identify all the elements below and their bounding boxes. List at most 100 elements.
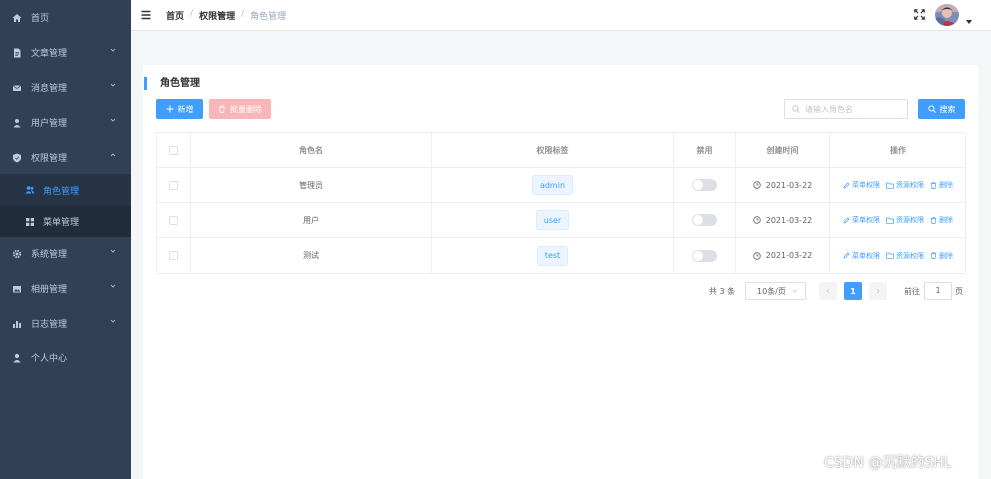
- row-select-cell: [157, 203, 191, 237]
- page-number-button[interactable]: 1: [844, 282, 862, 300]
- delete-link[interactable]: 删除: [930, 215, 953, 225]
- prev-page-button[interactable]: [819, 282, 837, 300]
- goto-page-input[interactable]: 1: [924, 282, 952, 300]
- menu-permission-link[interactable]: 菜单权限: [843, 251, 880, 261]
- switch-cell: [674, 203, 736, 237]
- page-title: 角色管理: [144, 77, 200, 90]
- actions-cell: 菜单权限 资源权限 删除: [830, 168, 966, 202]
- clock-icon: [753, 251, 761, 260]
- disable-switch[interactable]: [692, 179, 717, 191]
- switch-cell: [674, 238, 736, 273]
- breadcrumb: 首页 / 权限管理 / 角色管理: [166, 9, 286, 22]
- sidebar-item-label: 角色管理: [43, 186, 80, 197]
- sidebar-item-users[interactable]: 用户管理: [0, 105, 131, 140]
- sidebar-item-articles[interactable]: 文章管理: [0, 35, 131, 70]
- breadcrumb-separator: /: [241, 9, 245, 19]
- chevron-down-icon: [110, 319, 116, 323]
- sidebar-item-label: 菜单管理: [43, 218, 80, 228]
- grid-icon: [25, 217, 35, 227]
- sidebar-item-home[interactable]: 首页: [0, 0, 131, 35]
- search-icon: [792, 105, 800, 113]
- roles-table: 角色名 权限标签 禁用 创建时间 操作 管理员 admin 2021-03-22…: [156, 132, 966, 274]
- sidebar-item-permissions[interactable]: 权限管理: [0, 140, 131, 175]
- resource-permission-link[interactable]: 资源权限: [886, 251, 924, 261]
- menu-permission-link[interactable]: 菜单权限: [843, 215, 880, 225]
- menu-permission-label: 菜单权限: [852, 216, 880, 224]
- header-permission-tag: 权限标签: [432, 133, 674, 167]
- edit-icon: [843, 217, 850, 223]
- document-icon: [12, 48, 22, 58]
- row-checkbox[interactable]: [169, 251, 178, 260]
- search-button[interactable]: 搜索: [918, 99, 965, 119]
- sidebar-item-label: 消息管理: [31, 84, 68, 94]
- header-role-name: 角色名: [191, 133, 432, 167]
- sidebar-item-messages[interactable]: 消息管理: [0, 70, 131, 105]
- breadcrumb-current: 角色管理: [250, 12, 287, 22]
- chevron-up-icon: [110, 153, 116, 157]
- row-checkbox[interactable]: [169, 180, 178, 190]
- delete-link[interactable]: 删除: [930, 180, 953, 190]
- time-cell: 2021-03-22: [736, 168, 830, 202]
- delete-label: 删除: [939, 181, 953, 189]
- disable-switch[interactable]: [692, 214, 717, 226]
- role-name: 用户: [191, 203, 432, 237]
- person-icon: [12, 353, 22, 363]
- page-suffix-label: 页: [955, 287, 963, 296]
- sidebar-item-logs[interactable]: 日志管理: [0, 306, 131, 341]
- sidebar-item-label: 日志管理: [31, 320, 68, 330]
- disable-switch[interactable]: [692, 249, 717, 262]
- page-size-select[interactable]: 10条/页: [745, 282, 806, 300]
- trash-icon: [219, 105, 225, 113]
- sidebar-item-label: 个人中心: [31, 354, 68, 364]
- resource-permission-link[interactable]: 资源权限: [886, 180, 924, 190]
- header-disabled: 禁用: [674, 133, 736, 167]
- delete-link[interactable]: 删除: [930, 251, 953, 261]
- edit-icon: [843, 252, 850, 259]
- clock-icon: [753, 216, 761, 224]
- table-header-row: 角色名 权限标签 禁用 创建时间 操作: [157, 133, 965, 168]
- breadcrumb-permissions[interactable]: 权限管理: [199, 9, 235, 22]
- sidebar: 首页 文章管理 消息管理 用户管理 权限管理 角色管理 菜单管理 系统管理 相册…: [0, 0, 131, 479]
- actions-cell: 菜单权限 资源权限 删除: [830, 203, 966, 237]
- permission-tag: admin: [531, 175, 574, 195]
- caret-down-icon[interactable]: [966, 20, 972, 24]
- table-row: 用户 user 2021-03-22 菜单权限 资源权限 删除: [157, 203, 965, 238]
- add-button-label: 新增: [177, 104, 194, 114]
- watermark: CSDN @沉默的SHL: [824, 455, 952, 471]
- chevron-down-icon: [110, 48, 116, 52]
- next-page-button[interactable]: [869, 282, 887, 300]
- time-cell: 2021-03-22: [736, 203, 830, 237]
- sidebar-item-roles[interactable]: 角色管理: [0, 174, 131, 206]
- breadcrumb-separator: /: [190, 9, 194, 19]
- created-time: 2021-03-22: [765, 251, 813, 260]
- sidebar-item-system[interactable]: 系统管理: [0, 236, 131, 271]
- menu-permission-link[interactable]: 菜单权限: [843, 180, 880, 190]
- sidebar-item-profile[interactable]: 个人中心: [0, 340, 131, 375]
- add-button[interactable]: 新增: [156, 99, 203, 119]
- table-row: 管理员 admin 2021-03-22 菜单权限 资源权限 删除: [157, 168, 965, 203]
- pagination-total: 共 3 条: [709, 287, 736, 296]
- chevron-down-icon: [110, 249, 116, 253]
- search-input[interactable]: [784, 99, 908, 119]
- sidebar-item-albums[interactable]: 相册管理: [0, 271, 131, 306]
- role-name: 管理员: [191, 168, 432, 202]
- sidebar-item-label: 系统管理: [31, 250, 68, 260]
- row-checkbox[interactable]: [169, 215, 178, 225]
- select-all-checkbox[interactable]: [169, 145, 178, 155]
- gear-icon: [12, 249, 22, 259]
- chevron-down-icon: [792, 289, 798, 293]
- hamburger-icon[interactable]: [141, 10, 151, 20]
- resource-permission-label: 资源权限: [896, 216, 924, 224]
- avatar[interactable]: [935, 4, 959, 26]
- users-icon: [25, 185, 35, 195]
- trash-icon: [930, 216, 937, 224]
- breadcrumb-home[interactable]: 首页: [166, 9, 184, 22]
- search-field[interactable]: [805, 104, 905, 114]
- sidebar-item-menus[interactable]: 菜单管理: [0, 206, 131, 237]
- batch-delete-button[interactable]: 批量删除: [209, 99, 271, 119]
- resource-permission-label: 资源权限: [896, 181, 924, 189]
- delete-label: 删除: [939, 216, 953, 224]
- row-select-cell: [157, 238, 191, 273]
- fullscreen-icon[interactable]: [914, 9, 925, 20]
- resource-permission-link[interactable]: 资源权限: [886, 215, 924, 225]
